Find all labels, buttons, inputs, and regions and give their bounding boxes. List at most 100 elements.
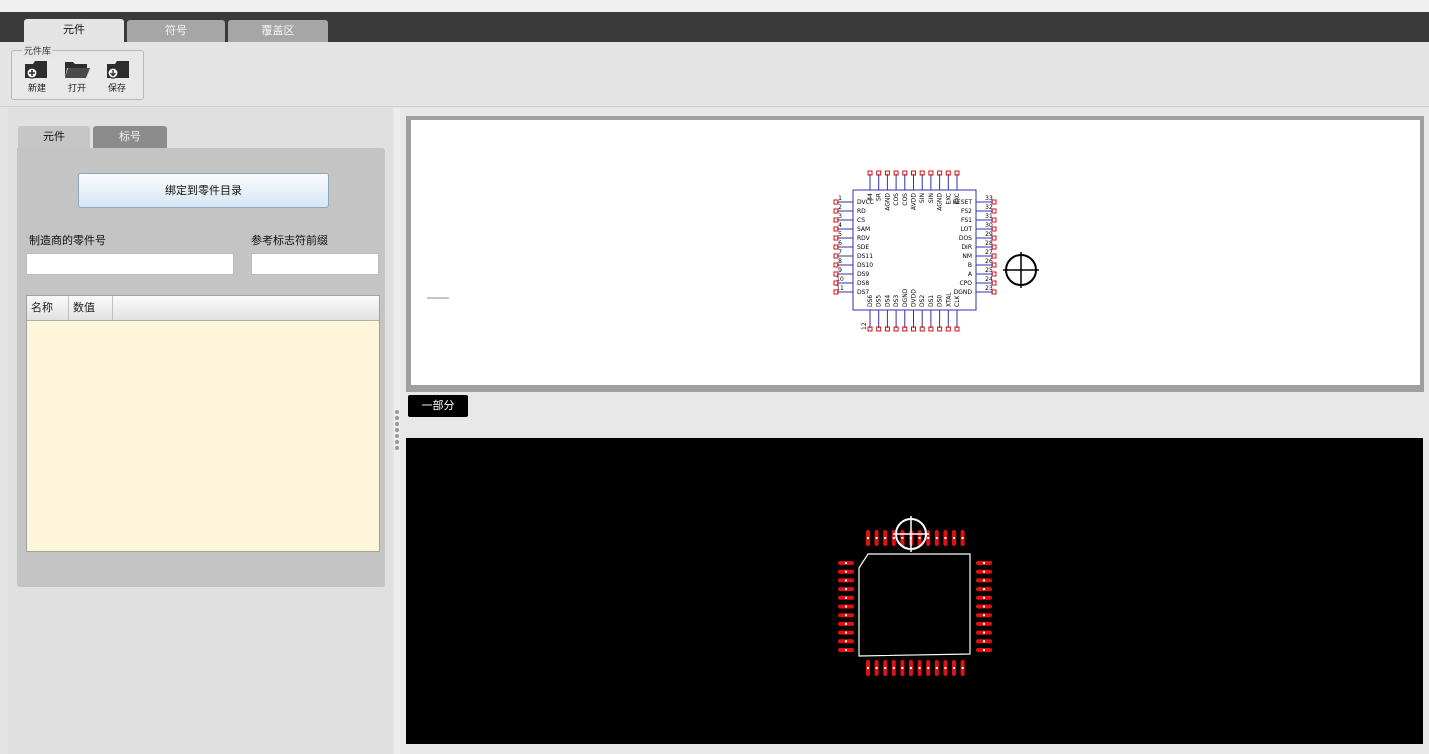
open-button-label: 打开 (67, 84, 86, 94)
schematic-origin-crosshair-icon (1003, 252, 1039, 288)
attribute-table[interactable]: 名称 数值 (26, 295, 380, 552)
manufacturer-part-label: 制造商的零件号 (29, 234, 106, 247)
window-top-strip (0, 0, 1429, 12)
pin-number: 30 (985, 222, 993, 229)
bind-to-catalog-button[interactable]: 绑定到零件目录 (78, 173, 329, 208)
pin-name: A (968, 271, 973, 278)
pin-number: 9 (838, 267, 842, 274)
pin-number: 10 (836, 276, 844, 283)
pin-name: DS4 (884, 295, 891, 307)
pin-name: LOT (960, 226, 972, 233)
footprint-pad (917, 660, 922, 676)
footprint-pad (943, 530, 948, 546)
splitter-grip[interactable] (395, 428, 399, 432)
pin-name: RD (857, 208, 866, 215)
pin-name: DGND (954, 289, 973, 296)
pin-name: EXC (954, 193, 961, 205)
pin-name: DS8 (857, 280, 869, 287)
footprint-pad (883, 660, 888, 676)
pin-name: CS (857, 217, 865, 224)
pin-name: XTAL (945, 292, 952, 307)
pin-number: 7 (838, 249, 842, 256)
pin-name: SAM (857, 226, 870, 233)
new-button[interactable]: 新建 (20, 58, 54, 96)
pin-name: DIR (961, 244, 972, 251)
subtab-component[interactable]: 元件 (18, 126, 90, 148)
footprint-pad (838, 630, 854, 635)
footprint-pad (952, 660, 956, 676)
footprint-preview (838, 516, 992, 676)
open-button[interactable]: 打开 (60, 58, 94, 96)
footprint-pad (874, 530, 879, 546)
pin-name: DS10 (857, 262, 873, 269)
tab-component[interactable]: 元件 (24, 19, 124, 43)
splitter-grip[interactable] (395, 446, 399, 450)
footprint-pad (976, 561, 992, 565)
footprint-pad (960, 530, 965, 546)
pin-number: 3 (838, 213, 842, 220)
tab-footprint[interactable]: 覆盖区 (228, 20, 328, 42)
pin-name: DS9 (857, 271, 869, 278)
pin-number: 24 (985, 276, 993, 283)
splitter-grip[interactable] (395, 440, 399, 444)
footprint-pad (866, 660, 870, 676)
pin-name: B (968, 262, 972, 269)
footprint-pad (934, 660, 939, 676)
pin-name: COS (902, 193, 909, 206)
pin-name: DS2 (919, 295, 926, 307)
pin-name: 44 (867, 193, 874, 201)
pin-name: DOS (959, 235, 972, 242)
pin-number: 33 (985, 195, 993, 202)
splitter-grip[interactable] (395, 416, 399, 420)
pin-number: 27 (985, 249, 993, 256)
new-folder-icon (25, 61, 47, 79)
ref-prefix-input[interactable] (251, 253, 379, 275)
schematic-canvas[interactable]: 1 DVCC 2 RD 3 CS 4 SAM 5 RDV 6 SDE 7 DS11 8 DS10 9 DS9 10 D… (411, 120, 1420, 385)
attribute-table-header: 名称 数值 (27, 296, 379, 321)
footprint-canvas[interactable] (406, 438, 1423, 744)
pin-number: 11 (836, 285, 844, 292)
pin-name: COS (893, 193, 900, 206)
splitter-grip[interactable] (395, 434, 399, 438)
new-button-label: 新建 (27, 84, 46, 94)
pin-name: FS1 (961, 217, 972, 224)
footprint-pad (838, 648, 854, 652)
schematic-symbol: 1DVCC2RD3CS4SAM5RDV6SDE7DS118DS109DS910D… (427, 170, 1039, 332)
pin-name: SDE (857, 244, 869, 251)
subtab-label[interactable]: 标号 (93, 126, 167, 148)
part-selector[interactable]: 一部分 (408, 395, 468, 417)
splitter-grip[interactable] (395, 422, 399, 426)
footprint-pad (838, 595, 854, 600)
footprint-pad (883, 530, 888, 546)
footprint-pad (976, 639, 992, 644)
pin-name: RDV (857, 235, 871, 242)
manufacturer-part-input[interactable] (26, 253, 234, 275)
column-name-header[interactable]: 名称 (27, 296, 69, 320)
tab-symbol[interactable]: 符号 (127, 20, 225, 42)
footprint-pad (838, 639, 854, 644)
pin-number: 8 (838, 258, 842, 265)
footprint-pad (838, 569, 854, 574)
footprint-pad (976, 578, 992, 583)
pin-number: 12 (861, 322, 868, 330)
pin-name: NM (962, 253, 972, 260)
pin-number: 32 (985, 204, 993, 211)
pin-number: 25 (985, 267, 993, 274)
splitter-grip[interactable] (395, 410, 399, 414)
pin-number: 29 (985, 231, 993, 238)
footprint-pad (976, 630, 992, 635)
footprint-pad (917, 530, 922, 546)
footprint-pad (909, 660, 913, 676)
footprint-pad (943, 660, 948, 676)
footprint-pad (838, 613, 854, 618)
save-button[interactable]: 保存 (100, 58, 134, 96)
pin-name: AVDD (911, 193, 918, 210)
footprint-pad (952, 530, 956, 546)
column-value-header[interactable]: 数值 (69, 296, 113, 320)
pin-number: 5 (838, 231, 842, 238)
footprint-pad (976, 613, 992, 618)
pin-name: DGND (902, 288, 909, 307)
footprint-pad (838, 604, 854, 609)
pin-number: 23 (985, 285, 993, 292)
pin-number: 31 (985, 213, 993, 220)
